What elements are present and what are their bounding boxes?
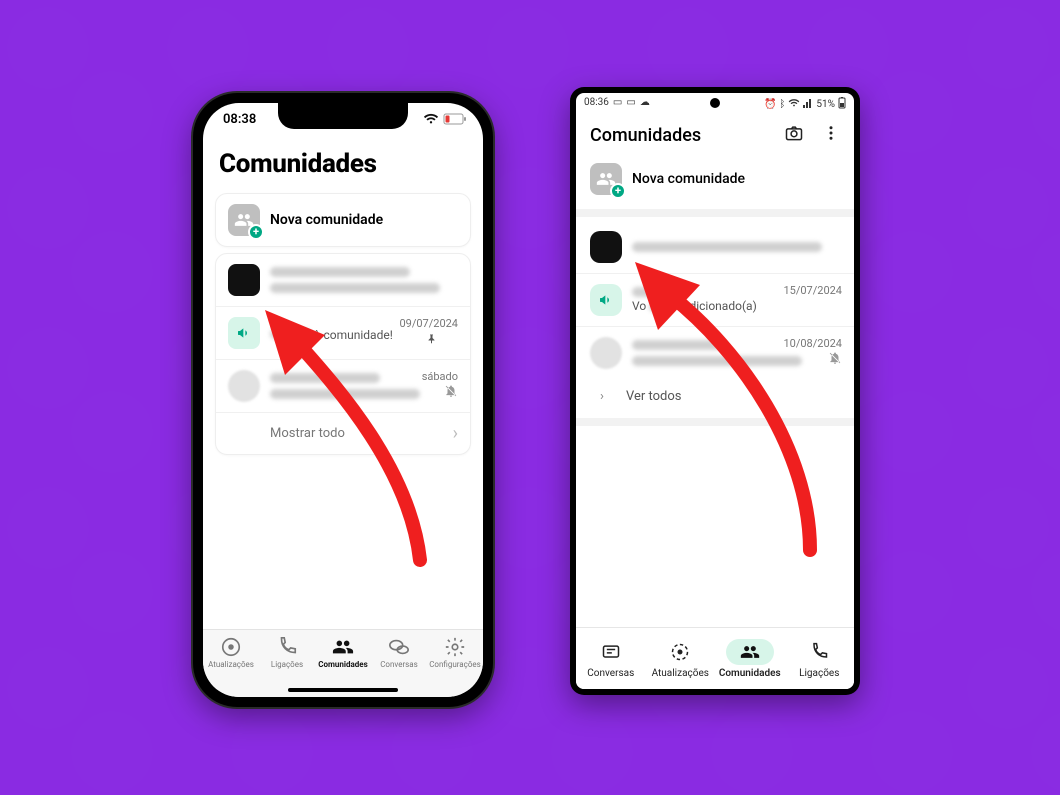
tab-label: Configurações	[429, 660, 481, 669]
iphone-notch	[278, 103, 408, 129]
redacted-text	[632, 242, 822, 252]
android-header: Comunidades	[576, 115, 854, 153]
new-community-row[interactable]: + Nova comunidade	[576, 153, 854, 205]
community-avatar	[228, 264, 260, 296]
redacted-text	[270, 267, 410, 277]
wifi-icon	[423, 113, 439, 125]
plus-badge-icon: +	[610, 183, 626, 199]
android-clock: 08:36	[584, 97, 609, 108]
group-date: sábado	[422, 370, 458, 383]
announcement-snippet: à comunidade!	[314, 328, 393, 342]
announcement-row[interactable]: Vo oi adicionado(a) 15/07/2024	[576, 273, 854, 326]
tab-communities[interactable]: Comunidades	[315, 636, 371, 669]
group-date: 10/08/2024	[783, 337, 842, 350]
punch-hole-camera	[710, 98, 720, 108]
tab-calls[interactable]: Ligações	[786, 639, 852, 679]
wifi-icon	[788, 98, 800, 111]
view-all-row[interactable]: › Ver todos	[576, 379, 854, 414]
redacted-text	[632, 356, 802, 366]
section-divider	[576, 209, 854, 217]
tab-chats[interactable]: Conversas	[371, 636, 427, 669]
pin-icon	[426, 330, 438, 349]
alarm-icon: ⏰	[764, 99, 776, 110]
home-indicator[interactable]	[288, 688, 398, 692]
redacted-text	[270, 373, 380, 383]
community-header-row[interactable]	[576, 221, 854, 273]
redacted-text	[649, 302, 667, 312]
announcement-date: 09/07/2024	[399, 317, 458, 330]
ios-clock: 08:38	[223, 112, 256, 127]
redacted-text	[270, 389, 420, 399]
android-list: + Nova comunidade Vo	[576, 153, 854, 426]
tab-label: Atualizações	[208, 660, 254, 669]
bluetooth-icon: ᛒ	[779, 99, 785, 110]
new-community-label: Nova comunidade	[270, 212, 383, 228]
community-group-icon: +	[590, 163, 622, 195]
status-indicator-icon: ▭	[613, 97, 622, 108]
camera-icon[interactable]	[784, 123, 804, 147]
tab-label: Ligações	[799, 668, 839, 679]
android-frame: 08:36 ▭ ▭ ☁ ⏰ ᛒ 51% Comunid	[570, 87, 860, 695]
new-community-label: Nova comunidade	[632, 171, 745, 187]
tab-settings[interactable]: Configurações	[427, 636, 483, 669]
community-card: à comunidade! 09/07/2024 sábado	[215, 253, 471, 455]
show-all-label: Mostrar todo	[270, 426, 345, 441]
tab-label: Atualizações	[652, 668, 709, 679]
announcement-date: 15/07/2024	[783, 284, 842, 297]
tab-updates[interactable]: Atualizações	[203, 636, 259, 669]
announcement-prefix: Vo	[632, 299, 646, 313]
announcement-row[interactable]: à comunidade! 09/07/2024	[216, 306, 470, 359]
battery-label: 51%	[816, 99, 835, 110]
tab-calls[interactable]: Ligações	[259, 636, 315, 669]
new-community-card[interactable]: + Nova comunidade	[215, 193, 471, 247]
tab-label: Comunidades	[719, 668, 781, 679]
chevron-right-icon: ›	[590, 389, 614, 404]
tab-label: Conversas	[587, 668, 634, 679]
mute-icon	[444, 383, 458, 402]
megaphone-icon	[228, 317, 260, 349]
group-row[interactable]: sábado	[216, 359, 470, 412]
view-all-label: Ver todos	[626, 389, 682, 404]
page-title: Comunidades	[203, 139, 483, 187]
chevron-right-icon: ›	[453, 423, 458, 444]
battery-low-icon	[443, 113, 467, 125]
iphone-screen: 08:38 Comunidades + Nova comunidade	[203, 103, 483, 697]
signal-icon	[803, 98, 813, 111]
megaphone-icon	[590, 284, 622, 316]
background-pattern	[0, 0, 1060, 795]
android-screen: 08:36 ▭ ▭ ☁ ⏰ ᛒ 51% Comunid	[576, 93, 854, 689]
tab-chats[interactable]: Conversas	[578, 639, 644, 679]
group-avatar	[590, 337, 622, 369]
tab-label: Conversas	[380, 660, 418, 669]
status-indicator-icon: ▭	[626, 97, 635, 108]
community-header-row[interactable]	[216, 254, 470, 306]
plus-badge-icon: +	[248, 224, 264, 240]
redacted-text	[632, 340, 722, 350]
redacted-text	[270, 329, 310, 339]
page-title: Comunidades	[590, 125, 701, 146]
more-menu-icon[interactable]	[822, 123, 840, 147]
tab-label: Comunidades	[318, 660, 367, 669]
mute-icon	[828, 350, 842, 369]
ios-tab-bar: Atualizações Ligações Comunidades Conver…	[203, 629, 483, 697]
community-avatar	[590, 231, 622, 263]
show-all-row[interactable]: Mostrar todo ›	[216, 412, 470, 454]
community-group-icon: +	[228, 204, 260, 236]
battery-icon	[838, 97, 846, 112]
group-avatar	[228, 370, 260, 402]
iphone-frame: 08:38 Comunidades + Nova comunidade	[193, 93, 493, 707]
announcement-snippet: oi adicionado(a)	[670, 299, 757, 313]
tab-communities[interactable]: Comunidades	[717, 639, 783, 679]
android-nav-bar: Conversas Atualizações Comunidades Ligaç…	[576, 627, 854, 689]
cloud-icon: ☁	[640, 97, 650, 108]
redacted-text	[270, 283, 440, 293]
group-row[interactable]: 10/08/2024	[576, 326, 854, 379]
redacted-text	[632, 287, 682, 297]
tab-updates[interactable]: Atualizações	[647, 639, 713, 679]
section-divider	[576, 418, 854, 426]
tab-label: Ligações	[271, 660, 303, 669]
